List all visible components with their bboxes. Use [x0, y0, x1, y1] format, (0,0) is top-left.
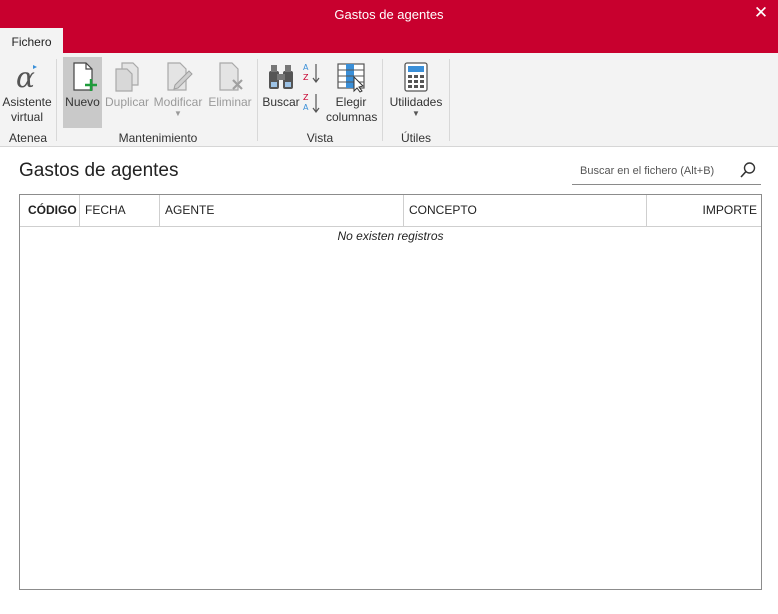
utilidades-label: Utilidades [389, 95, 443, 109]
chevron-down-icon: ▼ [174, 109, 182, 118]
sort-az-icon: A Z [303, 63, 320, 83]
eliminar-button[interactable]: Eliminar [207, 57, 253, 129]
nuevo-label: Nuevo [65, 95, 100, 109]
buscar-button[interactable]: Buscar [262, 57, 300, 129]
choose-columns-icon [337, 63, 365, 93]
sort-ascending-button[interactable]: A Z [302, 61, 322, 85]
svg-text:α: α [16, 61, 35, 93]
close-button[interactable]: ✕ [750, 2, 772, 24]
binoculars-icon [269, 65, 293, 89]
data-grid[interactable]: CÓDIGO FECHA AGENTE CONCEPTO IMPORTE No … [19, 194, 762, 590]
column-header-fecha[interactable]: FECHA [80, 195, 160, 226]
group-label-utiles: Útiles [400, 131, 431, 145]
window-title: Gastos de agentes [334, 7, 444, 22]
duplicar-label: Duplicar [104, 95, 149, 109]
calculator-icon [404, 62, 428, 92]
group-separator [257, 59, 258, 141]
elegir-columnas-button[interactable]: Elegir columnas [324, 57, 378, 129]
duplicate-icon [115, 62, 139, 92]
elegir-columnas-label: Elegir columnas [326, 95, 378, 124]
column-header-agente[interactable]: AGENTE [160, 195, 404, 226]
nuevo-button[interactable]: Nuevo [63, 57, 102, 128]
modificar-label: Modificar [153, 95, 203, 109]
group-separator [382, 59, 383, 141]
svg-text:Z: Z [303, 73, 309, 82]
duplicar-button[interactable]: Duplicar [104, 57, 150, 129]
ribbon: α Asistente virtual Atenea Nuevo Duplica… [0, 53, 778, 147]
asistente-virtual-button[interactable]: α Asistente virtual [2, 57, 52, 129]
close-icon: ✕ [753, 3, 769, 22]
grid-header: CÓDIGO FECHA AGENTE CONCEPTO IMPORTE [20, 195, 761, 227]
column-header-importe[interactable]: IMPORTE [647, 195, 761, 226]
alpha-icon: α [16, 61, 37, 93]
tab-fichero[interactable]: Fichero [0, 28, 63, 54]
column-header-concepto[interactable]: CONCEPTO [404, 195, 647, 226]
svg-text:A: A [303, 103, 309, 112]
page-title: Gastos de agentes [19, 160, 179, 181]
svg-text:Z: Z [303, 93, 309, 102]
modificar-button[interactable]: Modificar ▼ [152, 57, 204, 129]
column-header-codigo[interactable]: CÓDIGO [20, 195, 80, 226]
utilidades-button[interactable]: Utilidades ▼ [388, 57, 444, 129]
group-separator [56, 59, 57, 141]
edit-document-icon [167, 62, 193, 91]
group-label-vista: Vista [306, 131, 334, 145]
group-separator [449, 59, 450, 141]
empty-message: No existen registros [337, 229, 444, 243]
svg-text:A: A [303, 63, 309, 72]
sort-descending-button[interactable]: Z A [302, 91, 322, 115]
delete-document-icon [219, 62, 243, 91]
search-box [572, 157, 761, 185]
asistente-virtual-label: Asistente virtual [2, 95, 52, 124]
title-bar: Gastos de agentes ✕ Fichero [0, 0, 778, 54]
search-input[interactable] [578, 161, 732, 181]
group-label-atenea: Atenea [8, 131, 48, 145]
buscar-label: Buscar [262, 95, 300, 109]
sort-za-icon: Z A [303, 93, 320, 113]
group-label-mantenimiento: Mantenimiento [118, 131, 198, 145]
chevron-down-icon: ▼ [412, 109, 420, 118]
new-document-icon [72, 62, 97, 91]
search-icon[interactable] [739, 161, 757, 179]
eliminar-label: Eliminar [208, 95, 252, 109]
